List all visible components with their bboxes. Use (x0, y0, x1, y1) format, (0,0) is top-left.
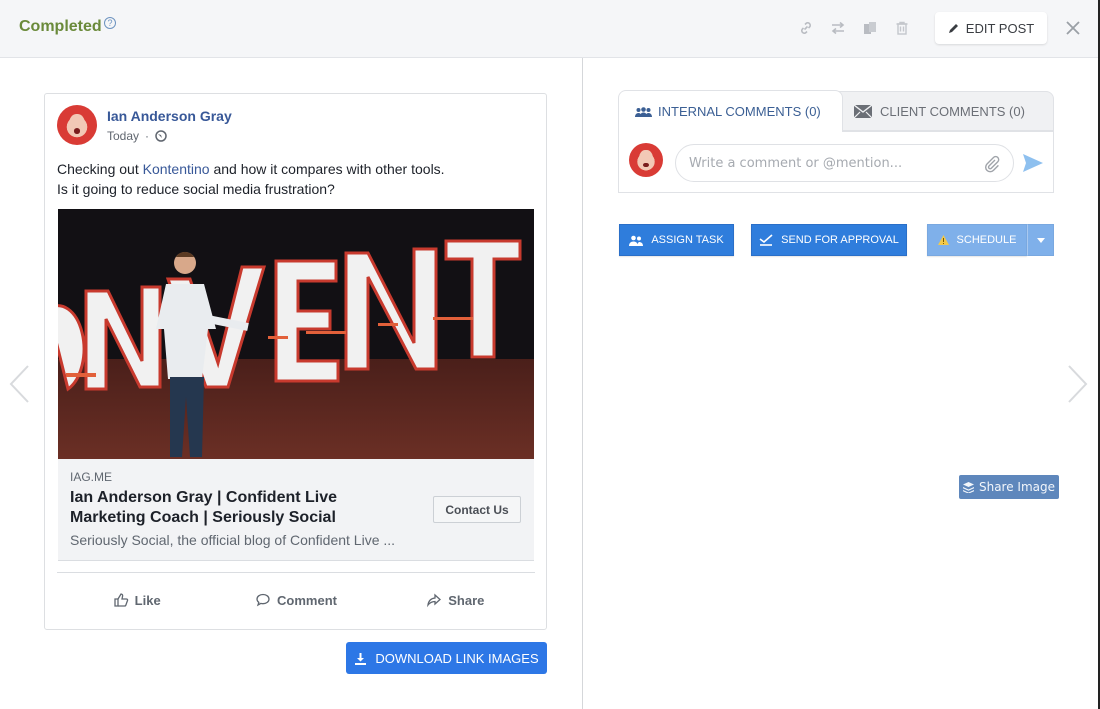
share-button[interactable]: Share (376, 584, 535, 616)
assign-task-button[interactable]: ASSIGN TASK (619, 224, 734, 256)
users-icon (635, 106, 652, 117)
comment-input-wrapper (675, 144, 1014, 182)
share-image-label: Share Image (978, 480, 1056, 494)
contact-us-button[interactable]: Contact Us (433, 496, 521, 523)
post-mention-link[interactable]: Kontentino (143, 161, 210, 177)
post-text-line2: Is it going to reduce social media frust… (57, 181, 335, 197)
tab-client-label: CLIENT COMMENTS (0) (880, 103, 1025, 119)
download-label: DOWNLOAD LINK IMAGES (375, 650, 539, 666)
chevron-left-icon[interactable] (8, 362, 30, 406)
send-for-approval-button[interactable]: SEND FOR APPROVAL (751, 224, 907, 256)
comment-input[interactable] (689, 155, 969, 171)
comment-button[interactable]: Comment (216, 584, 375, 616)
post-actions: Like Comment Share (57, 584, 535, 616)
layers-icon (962, 481, 974, 493)
post-separator: · (145, 129, 150, 143)
post-author[interactable]: Ian Anderson Gray (107, 108, 232, 124)
edit-post-button[interactable]: EDIT POST (935, 12, 1047, 44)
pencil-icon (948, 24, 958, 33)
comment-icon (256, 593, 270, 607)
link-preview[interactable]: IAG.ME Ian Anderson Gray | Confident Liv… (58, 459, 534, 561)
users-icon (629, 235, 644, 246)
paperclip-icon[interactable] (983, 155, 1001, 173)
like-label: Like (134, 592, 161, 608)
tab-internal-comments[interactable]: INTERNAL COMMENTS (0) (618, 90, 843, 132)
download-icon (355, 652, 367, 665)
comment-compose (618, 131, 1054, 193)
caret-down-icon (1036, 237, 1045, 243)
edit-post-label: EDIT POST (965, 20, 1035, 36)
post-time: Today (107, 129, 140, 143)
download-link-images-button[interactable]: DOWNLOAD LINK IMAGES (346, 642, 547, 674)
assign-task-label: ASSIGN TASK (651, 234, 724, 246)
current-user-avatar (629, 143, 663, 177)
schedule-button[interactable]: SCHEDULE (927, 224, 1027, 256)
modal-header: Completed ? EDIT POST (0, 0, 1098, 58)
link-description: Seriously Social, the official blog of C… (70, 532, 396, 548)
comments-panel: CLIENT COMMENTS (0) INTERNAL COMMENTS (0… (618, 90, 1054, 193)
envelope-icon (854, 104, 872, 118)
question-circle-icon[interactable]: ? (104, 17, 116, 29)
send-for-approval-label: SEND FOR APPROVAL (781, 234, 899, 246)
close-icon[interactable] (1064, 19, 1082, 37)
actions-divider (57, 572, 535, 573)
swap-icon[interactable] (829, 19, 847, 37)
check-icon (759, 234, 773, 246)
tab-client-comments[interactable]: CLIENT COMMENTS (0) (831, 91, 1054, 131)
comment-label: Comment (277, 592, 337, 608)
thumbs-up-icon (114, 593, 128, 607)
status-label: Completed (19, 18, 102, 35)
facebook-post-preview: Ian Anderson Gray Today · Checking out K… (44, 93, 547, 630)
post-timestamp: Today · (107, 129, 167, 143)
link-domain: IAG.ME (70, 470, 113, 484)
share-label: Share (448, 592, 485, 608)
author-avatar (57, 105, 97, 145)
panel-divider (582, 58, 583, 709)
schedule-label: SCHEDULE (956, 234, 1017, 246)
post-text-part: Checking out (57, 161, 143, 177)
post-image (58, 209, 534, 459)
trash-icon[interactable] (893, 19, 911, 37)
schedule-dropdown-toggle[interactable] (1027, 224, 1054, 256)
duplicate-icon[interactable] (861, 19, 879, 37)
share-image-button[interactable]: Share Image (959, 475, 1059, 499)
share-icon (427, 593, 442, 608)
tab-internal-label: INTERNAL COMMENTS (0) (658, 104, 821, 119)
globe-icon (155, 130, 167, 142)
post-detail-modal: Completed ? EDIT POST Ian Anderson Gray … (0, 0, 1100, 709)
post-text-part: and how it compares with other tools. (209, 161, 445, 177)
link-icon[interactable] (797, 19, 815, 37)
post-text: Checking out Kontentino and how it compa… (57, 159, 537, 199)
like-button[interactable]: Like (57, 584, 216, 616)
link-title[interactable]: Ian Anderson Gray | Confident Live Marke… (70, 488, 400, 528)
send-icon[interactable] (1022, 152, 1044, 174)
chevron-right-icon[interactable] (1067, 362, 1089, 406)
warning-icon (937, 235, 949, 245)
